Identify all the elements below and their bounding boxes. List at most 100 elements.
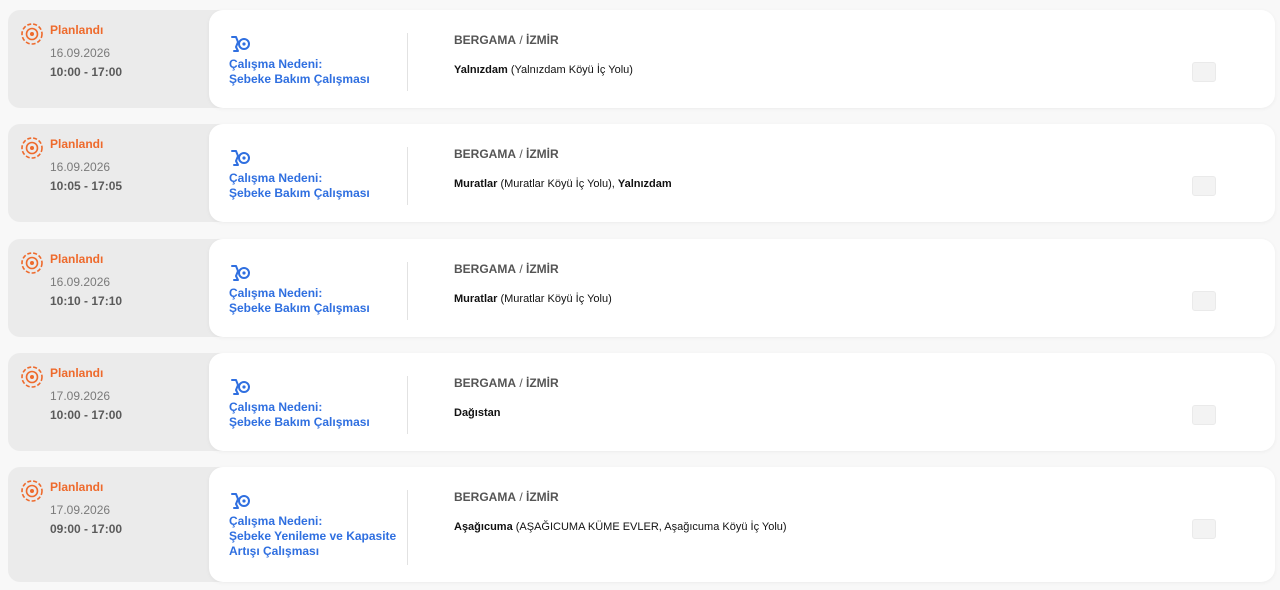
maintenance-tools-icon [231,493,250,509]
divider [407,33,408,91]
expand-icon[interactable] [1192,62,1216,82]
expand-icon[interactable] [1192,405,1216,425]
city: İZMİR [526,490,559,504]
planned-gear-icon [21,480,43,502]
work-reason-value: Şebeke Bakım Çalışması [229,415,370,429]
location-separator: / [516,376,527,390]
affected-areas: Dağıstan [454,407,500,419]
outage-row: Planlandı 16.09.2026 10:10 - 17:10 Çalış… [8,239,1276,337]
outage-card: Çalışma Nedeni: Şebeke Bakım Çalışması B… [209,10,1275,108]
area-detail: (Muratlar Köyü İç Yolu), [497,178,618,190]
outage-time: 09:00 - 17:00 [50,522,123,536]
work-reason-label: Çalışma Nedeni: [229,171,323,185]
outage-time: 10:00 - 17:00 [50,408,123,422]
area-name: Muratlar [454,178,498,190]
district: BERGAMA [454,262,516,276]
district: BERGAMA [454,147,516,161]
area-name: Yalnızdam [617,178,672,190]
planned-gear-icon [21,137,43,159]
city: İZMİR [526,262,559,276]
work-reason: Çalışma Nedeni: Şebeke Yenileme ve Kapas… [229,514,409,559]
affected-areas: Muratlar (Muratlar Köyü İç Yolu) [454,293,612,305]
divider [407,490,408,565]
maintenance-tools-icon [231,379,250,395]
location: BERGAMA / İZMİR [454,33,559,47]
outage-date: 17.09.2026 [50,503,111,517]
city: İZMİR [526,147,559,161]
outage-row: Planlandı 17.09.2026 09:00 - 17:00 Çalış… [8,467,1276,582]
status: Planlandı [20,136,103,160]
status-label: Planlandı [50,480,104,494]
work-reason-value: Şebeke Bakım Çalışması [229,72,370,86]
area-detail: (AŞAĞICUMA KÜME EVLER, Aşağıcuma Köyü İç… [512,521,787,533]
district: BERGAMA [454,490,516,504]
expand-icon[interactable] [1192,291,1216,311]
work-reason-value: Şebeke Bakım Çalışması [229,186,370,200]
location-separator: / [516,490,527,504]
outage-row: Planlandı 16.09.2026 10:05 - 17:05 Çalış… [8,124,1276,222]
outage-time: 10:10 - 17:10 [50,294,123,308]
city: İZMİR [526,376,559,390]
status: Planlandı [20,22,103,46]
outage-time: 10:05 - 17:05 [50,179,123,193]
status: Planlandı [20,251,103,275]
expand-icon[interactable] [1192,519,1216,539]
divider [407,262,408,320]
planned-gear-icon [21,252,43,274]
affected-areas: Yalnızdam (Yalnızdam Köyü İç Yolu) [454,64,633,76]
work-reason-value: Şebeke Bakım Çalışması [229,301,370,315]
district: BERGAMA [454,33,516,47]
area-name: Aşağıcuma [454,521,513,533]
maintenance-tools-icon [231,150,250,166]
outage-card: Çalışma Nedeni: Şebeke Bakım Çalışması B… [209,239,1275,337]
outage-date: 16.09.2026 [50,46,111,60]
area-name: Yalnızdam [454,64,508,76]
divider [407,147,408,205]
status: Planlandı [20,365,103,389]
area-name: Dağıstan [454,407,501,419]
maintenance-tools-icon [231,36,250,52]
status-label: Planlandı [50,252,104,266]
location: BERGAMA / İZMİR [454,376,559,390]
outage-list: Planlandı 16.09.2026 10:00 - 17:00 Çalış… [0,0,1280,590]
area-detail: (Yalnızdam Köyü İç Yolu) [507,64,633,76]
work-reason-label: Çalışma Nedeni: [229,400,323,414]
area-detail: (Muratlar Köyü İç Yolu) [497,293,612,305]
work-reason: Çalışma Nedeni: Şebeke Bakım Çalışması [229,171,409,201]
outage-row: Planlandı 16.09.2026 10:00 - 17:00 Çalış… [8,10,1276,108]
status-label: Planlandı [50,366,104,380]
location-separator: / [516,147,527,161]
work-reason: Çalışma Nedeni: Şebeke Bakım Çalışması [229,400,409,430]
location-separator: / [516,33,527,47]
outage-card: Çalışma Nedeni: Şebeke Yenileme ve Kapas… [209,467,1275,582]
outage-card: Çalışma Nedeni: Şebeke Bakım Çalışması B… [209,124,1275,222]
outage-date: 17.09.2026 [50,389,111,403]
outage-date: 16.09.2026 [50,275,111,289]
work-reason-label: Çalışma Nedeni: [229,286,323,300]
outage-time: 10:00 - 17:00 [50,65,123,79]
city: İZMİR [526,33,559,47]
maintenance-tools-icon [231,265,250,281]
district: BERGAMA [454,376,516,390]
work-reason-label: Çalışma Nedeni: [229,57,323,71]
affected-areas: Aşağıcuma (AŞAĞICUMA KÜME EVLER, Aşağıcu… [454,521,787,533]
work-reason: Çalışma Nedeni: Şebeke Bakım Çalışması [229,57,409,87]
location: BERGAMA / İZMİR [454,262,559,276]
location: BERGAMA / İZMİR [454,147,559,161]
planned-gear-icon [21,23,43,45]
status: Planlandı [20,479,103,503]
expand-icon[interactable] [1192,176,1216,196]
status-label: Planlandı [50,137,104,151]
location: BERGAMA / İZMİR [454,490,559,504]
planned-gear-icon [21,366,43,388]
outage-date: 16.09.2026 [50,160,111,174]
divider [407,376,408,434]
outage-row: Planlandı 17.09.2026 10:00 - 17:00 Çalış… [8,353,1276,451]
work-reason: Çalışma Nedeni: Şebeke Bakım Çalışması [229,286,409,316]
affected-areas: Muratlar (Muratlar Köyü İç Yolu), Yalnız… [454,178,672,190]
outage-card: Çalışma Nedeni: Şebeke Bakım Çalışması B… [209,353,1275,451]
area-name: Muratlar [454,293,498,305]
status-label: Planlandı [50,23,104,37]
work-reason-label: Çalışma Nedeni: [229,514,323,528]
location-separator: / [516,262,527,276]
